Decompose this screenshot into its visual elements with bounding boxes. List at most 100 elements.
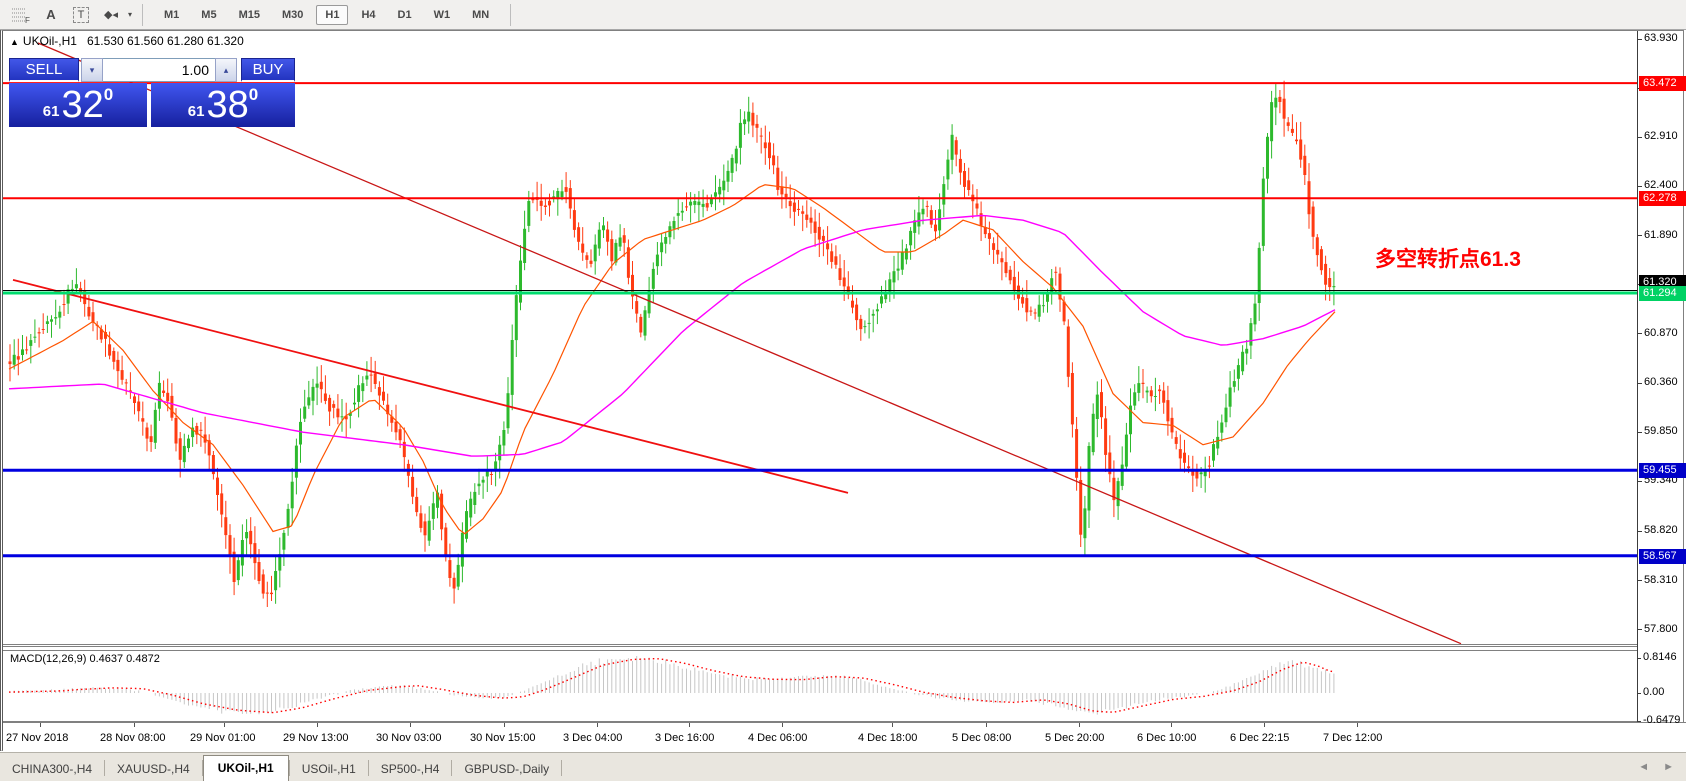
time-tick-mark bbox=[224, 723, 225, 727]
timeframe-button-MN[interactable]: MN bbox=[463, 5, 498, 25]
buy-price-button[interactable]: 61 38 0 bbox=[151, 83, 295, 127]
macd-tick-mark bbox=[1637, 657, 1641, 659]
sell-price-button[interactable]: 61 32 0 bbox=[9, 83, 147, 127]
drawing-tools-group: F A T ◆◂ ▾ bbox=[0, 0, 138, 29]
price-axis[interactable]: 63.93063.42062.91062.40061.89061.38060.8… bbox=[1637, 31, 1686, 722]
trade-widget-prices: 61 32 0 61 38 0 bbox=[9, 82, 295, 127]
timeframe-button-M30[interactable]: M30 bbox=[273, 5, 312, 25]
price-tag-62.278: 62.278 bbox=[1639, 191, 1686, 207]
timeframe-button-H1[interactable]: H1 bbox=[316, 4, 349, 25]
time-tick-label: 30 Nov 03:00 bbox=[376, 732, 442, 744]
price-tick-label: 58.310 bbox=[1644, 573, 1678, 586]
buy-tab[interactable]: BUY bbox=[241, 58, 295, 82]
symbol-label: UKOil-,H1 bbox=[22, 34, 77, 48]
price-tag-58.567: 58.567 bbox=[1639, 548, 1686, 564]
time-tick-mark bbox=[504, 723, 505, 727]
symbol-info-line: ▲ UKOil-,H1 61.530 61.560 61.280 61.320 bbox=[10, 34, 244, 48]
shapes-icon[interactable]: ◆◂ bbox=[100, 4, 122, 26]
timeframe-button-M5[interactable]: M5 bbox=[192, 5, 225, 25]
toolbar-separator bbox=[142, 3, 144, 26]
svg-text:F: F bbox=[25, 16, 30, 24]
price-tick-mark bbox=[1638, 136, 1642, 138]
chart-tab-usoilh1[interactable]: USOil-,H1 bbox=[290, 757, 368, 781]
macd-axis-label: 0.00 bbox=[1643, 686, 1665, 698]
timeframe-button-H4[interactable]: H4 bbox=[352, 5, 384, 25]
sell-price-prefix: 61 bbox=[42, 103, 60, 120]
collapse-triangle-icon[interactable]: ▲ bbox=[10, 37, 19, 47]
volume-input[interactable] bbox=[103, 58, 215, 82]
time-tick-label: 27 Nov 2018 bbox=[6, 732, 69, 744]
timeframe-button-W1[interactable]: W1 bbox=[425, 5, 460, 25]
time-tick-mark bbox=[40, 723, 41, 727]
grid-f-icon[interactable]: F bbox=[10, 4, 32, 26]
chart-tab-china300h4[interactable]: CHINA300-,H4 bbox=[0, 757, 104, 781]
tab-scroll-left-icon[interactable]: ◄ bbox=[1638, 761, 1649, 773]
price-tick-mark bbox=[1638, 235, 1642, 237]
time-axis[interactable]: 27 Nov 2018 28 Nov 08:00 29 Nov 01:00 29 No… bbox=[3, 722, 1686, 753]
price-tick-mark bbox=[1638, 38, 1642, 40]
macd-label: MACD(12,26,9) 0.4637 0.4872 bbox=[10, 653, 160, 665]
chart-tab-sp500h4[interactable]: SP500-,H4 bbox=[369, 757, 452, 781]
price-tick-mark bbox=[1638, 382, 1642, 384]
macd-tick-mark bbox=[1637, 720, 1641, 722]
tab-scroll-right-icon[interactable]: ► bbox=[1663, 761, 1674, 773]
text-label-icon[interactable]: A bbox=[40, 4, 62, 26]
time-tick-mark bbox=[986, 723, 987, 727]
time-tick-mark bbox=[782, 723, 783, 727]
t-glyph: T bbox=[72, 6, 90, 23]
time-tick-mark bbox=[597, 723, 598, 727]
trade-widget-top-row: SELL ▾ ▴ BUY bbox=[9, 58, 295, 82]
chevron-down-icon[interactable]: ▾ bbox=[128, 10, 132, 19]
time-tick-mark bbox=[134, 723, 135, 727]
timeframe-button-M15[interactable]: M15 bbox=[230, 5, 269, 25]
price-tick-label: 62.400 bbox=[1644, 179, 1678, 192]
price-tick-label: 60.870 bbox=[1644, 326, 1678, 339]
timeframe-button-M1[interactable]: M1 bbox=[155, 5, 188, 25]
time-tick-label: 28 Nov 08:00 bbox=[100, 732, 166, 744]
price-tick-label: 61.890 bbox=[1644, 228, 1678, 241]
price-tick-mark bbox=[1638, 333, 1642, 335]
tab-scroll-arrows: ◄ ► bbox=[1638, 761, 1674, 773]
price-tick-label: 58.820 bbox=[1644, 524, 1678, 537]
volume-increase-button[interactable]: ▴ bbox=[215, 58, 237, 82]
sell-tab[interactable]: SELL bbox=[9, 58, 79, 82]
price-tag-63.472: 63.472 bbox=[1639, 76, 1686, 92]
price-tick-mark bbox=[1638, 580, 1642, 582]
time-tick-mark bbox=[689, 723, 690, 727]
timeframe-button-D1[interactable]: D1 bbox=[389, 5, 421, 25]
price-tick-mark bbox=[1638, 629, 1642, 631]
ohlc-values: 61.530 61.560 61.280 61.320 bbox=[86, 34, 244, 48]
time-tick-label: 3 Dec 16:00 bbox=[655, 732, 715, 744]
price-tick-label: 60.360 bbox=[1644, 376, 1678, 389]
chart-tab-ukoilh1[interactable]: UKOil-,H1 bbox=[202, 755, 289, 781]
time-tick-mark bbox=[1171, 723, 1172, 727]
buy-price-sup: 0 bbox=[248, 85, 259, 104]
chart-tab-bar: CHINA300-,H4 XAUUSD-,H4 UKOil-,H1 USOil-,H1… bbox=[0, 752, 1686, 781]
time-tick-label: 29 Nov 01:00 bbox=[190, 732, 256, 744]
time-tick-mark bbox=[1357, 723, 1358, 727]
time-tick-label: 3 Dec 04:00 bbox=[563, 732, 623, 744]
tab-separator bbox=[561, 760, 563, 776]
time-tick-label: 6 Dec 10:00 bbox=[1137, 732, 1197, 744]
price-tick-label: 59.850 bbox=[1644, 425, 1678, 438]
time-tick-label: 29 Nov 13:00 bbox=[283, 732, 349, 744]
price-tick-label: 63.930 bbox=[1644, 32, 1678, 44]
price-tick-mark bbox=[1638, 431, 1642, 433]
price-tick-mark bbox=[1638, 480, 1642, 482]
text-tool-icon[interactable]: T bbox=[70, 4, 92, 26]
chart-annotation[interactable]: 多空转折点61.3 bbox=[1375, 243, 1521, 273]
grid-glyph: F bbox=[12, 8, 31, 24]
time-tick-label: 6 Dec 22:15 bbox=[1230, 732, 1290, 744]
chart-window: ▲ UKOil-,H1 61.530 61.560 61.280 61.320 SE… bbox=[0, 30, 1686, 753]
time-tick-label: 5 Dec 20:00 bbox=[1045, 732, 1105, 744]
volume-decrease-button[interactable]: ▾ bbox=[81, 58, 103, 82]
toolbar: F A T ◆◂ ▾ M1 M5 M15 M30 H1 H4 D1 W1 MN bbox=[0, 0, 1686, 30]
macd-axis-label: 0.8146 bbox=[1643, 650, 1677, 663]
time-tick-mark bbox=[892, 723, 893, 727]
chart-tab-xauusdh4[interactable]: XAUUSD-,H4 bbox=[105, 757, 202, 781]
chart-tab-gbpusddaily[interactable]: GBPUSD-,Daily bbox=[452, 757, 561, 781]
macd-indicator-pane[interactable] bbox=[3, 649, 1637, 722]
macd-axis-label: -0.6479 bbox=[1643, 713, 1681, 726]
price-tag-59.455: 59.455 bbox=[1639, 463, 1686, 479]
time-tick-mark bbox=[1264, 723, 1265, 727]
